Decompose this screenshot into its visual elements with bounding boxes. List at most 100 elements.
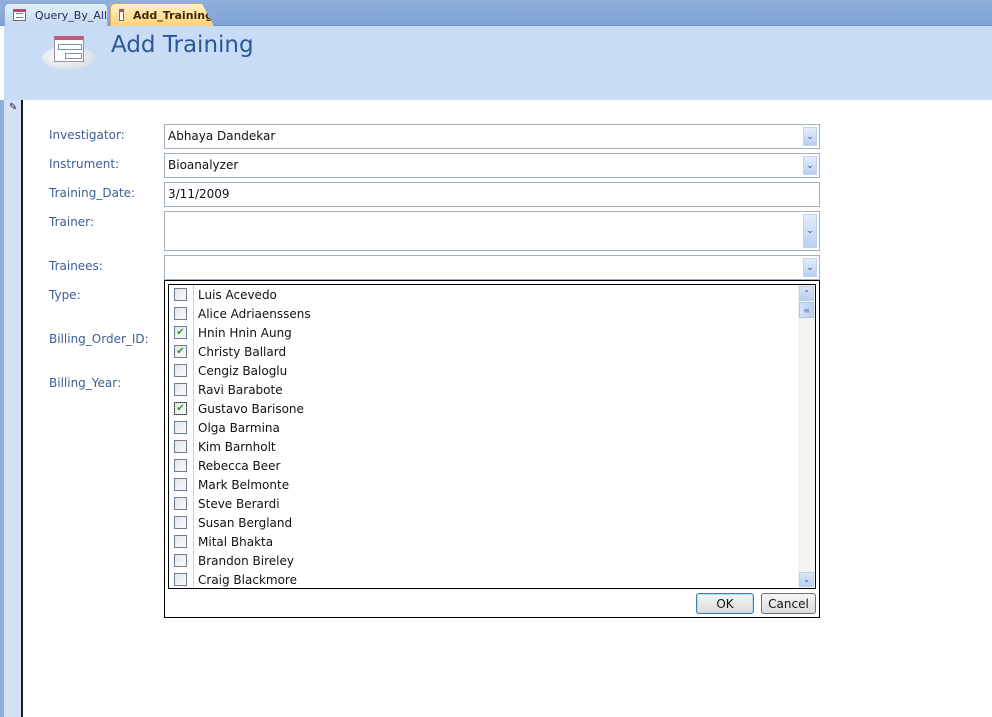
trainee-checkbox[interactable]: ✔ bbox=[174, 402, 187, 415]
trainee-checkbox[interactable] bbox=[174, 535, 187, 548]
cancel-button[interactable]: Cancel bbox=[761, 593, 816, 614]
form-icon bbox=[13, 9, 26, 21]
trainee-list-item[interactable]: Cengiz Baloglu bbox=[169, 361, 799, 380]
trainee-checkbox[interactable] bbox=[174, 383, 187, 396]
trainee-checkbox[interactable] bbox=[174, 459, 187, 472]
trainee-checkbox[interactable] bbox=[174, 440, 187, 453]
trainee-name: Cengiz Baloglu bbox=[198, 363, 288, 378]
trainee-checkbox[interactable] bbox=[174, 516, 187, 529]
trainee-checkbox[interactable] bbox=[174, 478, 187, 491]
trainee-checkbox[interactable] bbox=[174, 364, 187, 377]
trainee-list-item[interactable]: Craig Blackmore bbox=[169, 570, 799, 588]
page-title: Add Training bbox=[111, 32, 254, 58]
billing-order-id-label: Billing_Order_ID: bbox=[49, 332, 149, 346]
type-label: Type: bbox=[49, 288, 81, 302]
chevron-down-icon[interactable]: ⌄ bbox=[803, 156, 817, 175]
form-header: Add Training bbox=[4, 26, 992, 100]
trainee-name: Brandon Bireley bbox=[198, 553, 294, 568]
trainee-list-item[interactable]: Susan Bergland bbox=[169, 513, 799, 532]
trainee-checkbox[interactable] bbox=[174, 288, 187, 301]
trainee-checkbox[interactable]: ✔ bbox=[174, 345, 187, 358]
scroll-thumb[interactable]: ≡ bbox=[799, 302, 814, 318]
column-divider bbox=[193, 456, 194, 475]
trainee-name: Ravi Barabote bbox=[198, 382, 283, 397]
tab-query-by-all[interactable]: Query_By_All bbox=[4, 3, 108, 26]
trainee-list-item[interactable]: Ravi Barabote bbox=[169, 380, 799, 399]
chevron-up-icon: ⌃ bbox=[803, 289, 810, 298]
column-divider bbox=[193, 342, 194, 361]
column-divider bbox=[193, 304, 194, 323]
trainee-checkbox[interactable] bbox=[174, 421, 187, 434]
column-divider bbox=[193, 532, 194, 551]
trainee-list-item[interactable]: Alice Adriaenssens bbox=[169, 304, 799, 323]
trainee-list-item[interactable]: Luis Acevedo bbox=[169, 285, 799, 304]
trainee-list-item[interactable]: ✔ Christy Ballard bbox=[169, 342, 799, 361]
document-tab-strip: Query_By_All Add_Training bbox=[0, 0, 992, 26]
trainee-name: Christy Ballard bbox=[198, 344, 287, 359]
chevron-down-icon[interactable]: ⌄ bbox=[803, 127, 817, 146]
trainee-checkbox[interactable] bbox=[174, 554, 187, 567]
trainee-name: Susan Bergland bbox=[198, 515, 293, 530]
column-divider bbox=[193, 513, 194, 532]
trainee-name: Kim Barnholt bbox=[198, 439, 276, 454]
tab-label: Add_Training bbox=[133, 8, 213, 22]
column-divider bbox=[193, 418, 194, 437]
trainee-list-item[interactable]: ✔ Hnin Hnin Aung bbox=[169, 323, 799, 342]
column-divider bbox=[193, 570, 194, 588]
trainees-combobox[interactable]: ⌄ bbox=[164, 255, 820, 280]
trainee-name: Rebecca Beer bbox=[198, 458, 281, 473]
trainee-list-item[interactable]: ✔ Gustavo Barisone bbox=[169, 399, 799, 418]
column-divider bbox=[193, 380, 194, 399]
chevron-down-icon[interactable]: ⌄ bbox=[803, 214, 817, 248]
instrument-value: Bioanalyzer bbox=[168, 158, 239, 172]
trainee-name: Steve Berardi bbox=[198, 496, 280, 511]
vertical-scrollbar[interactable]: ⌃ ≡ ⌄ bbox=[798, 285, 815, 588]
trainees-checklist: Luis Acevedo Alice Adriaenssens ✔ Hnin Hnin… bbox=[168, 284, 816, 589]
scroll-up-button[interactable]: ⌃ bbox=[799, 286, 814, 301]
billing-year-label: Billing_Year: bbox=[49, 376, 122, 390]
investigator-value: Abhaya Dandekar bbox=[168, 129, 276, 143]
trainer-combobox[interactable]: ⌄ bbox=[164, 211, 820, 251]
tab-label: Query_By_All bbox=[34, 8, 107, 22]
pencil-icon: ✎ bbox=[9, 102, 18, 113]
scroll-down-button[interactable]: ⌄ bbox=[799, 572, 814, 587]
trainee-name: Craig Blackmore bbox=[198, 572, 297, 587]
trainee-checkbox[interactable] bbox=[174, 573, 187, 586]
trainee-name: Gustavo Barisone bbox=[198, 401, 304, 416]
column-divider bbox=[193, 551, 194, 570]
trainees-dropdown: Luis Acevedo Alice Adriaenssens ✔ Hnin Hnin… bbox=[164, 280, 820, 618]
training-date-value: 3/11/2009 bbox=[168, 187, 230, 201]
trainee-list-item[interactable]: Brandon Bireley bbox=[169, 551, 799, 570]
trainee-list-item[interactable]: Olga Barmina bbox=[169, 418, 799, 437]
trainee-name: Mark Belmonte bbox=[198, 477, 290, 492]
trainee-name: Alice Adriaenssens bbox=[198, 306, 311, 321]
ok-button[interactable]: OK bbox=[696, 593, 754, 614]
investigator-combobox[interactable]: Abhaya Dandekar ⌄ bbox=[164, 124, 820, 149]
trainee-checkbox[interactable] bbox=[174, 307, 187, 320]
tab-add-training[interactable]: Add_Training bbox=[110, 3, 214, 26]
column-divider bbox=[193, 399, 194, 418]
form-icon bbox=[42, 32, 98, 70]
training-date-input[interactable]: 3/11/2009 bbox=[164, 182, 820, 207]
trainee-list-item[interactable]: Steve Berardi bbox=[169, 494, 799, 513]
chevron-down-icon[interactable]: ⌄ bbox=[803, 258, 817, 277]
trainee-list-item[interactable]: Mital Bhakta bbox=[169, 532, 799, 551]
trainee-name: Mital Bhakta bbox=[198, 534, 274, 549]
column-divider bbox=[193, 475, 194, 494]
trainee-name: Hnin Hnin Aung bbox=[198, 325, 292, 340]
column-divider bbox=[193, 323, 194, 342]
grip-icon: ≡ bbox=[803, 305, 810, 315]
trainee-checkbox[interactable] bbox=[174, 497, 187, 510]
trainee-name: Luis Acevedo bbox=[198, 287, 277, 302]
chevron-down-icon: ⌄ bbox=[803, 575, 810, 584]
trainee-list-item[interactable]: Rebecca Beer bbox=[169, 456, 799, 475]
column-divider bbox=[193, 361, 194, 380]
record-selector[interactable]: ✎ bbox=[0, 100, 23, 717]
trainee-name: Olga Barmina bbox=[198, 420, 280, 435]
trainee-list-item[interactable]: Kim Barnholt bbox=[169, 437, 799, 456]
instrument-label: Instrument: bbox=[49, 157, 120, 171]
trainee-checkbox[interactable]: ✔ bbox=[174, 326, 187, 339]
trainee-list-item[interactable]: Mark Belmonte bbox=[169, 475, 799, 494]
investigator-label: Investigator: bbox=[49, 128, 125, 142]
instrument-combobox[interactable]: Bioanalyzer ⌄ bbox=[164, 153, 820, 178]
